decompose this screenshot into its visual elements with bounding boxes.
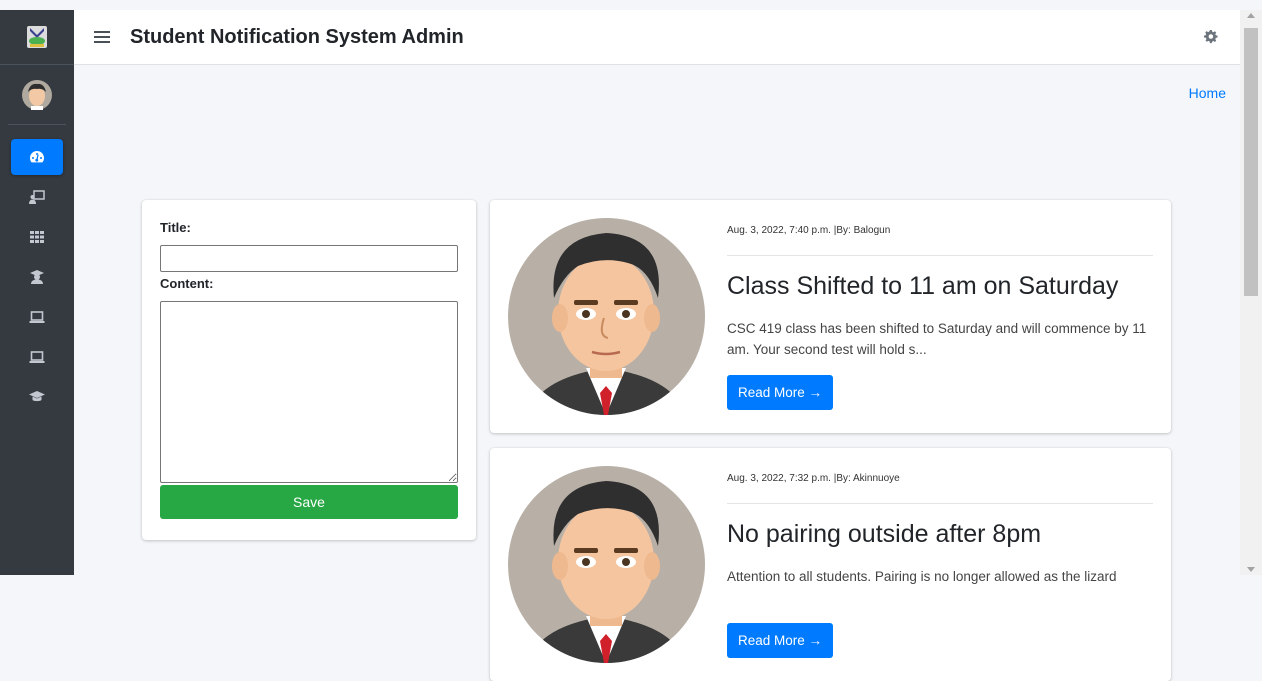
grid-icon [30, 231, 44, 243]
hamburger-menu-icon[interactable] [94, 28, 110, 46]
post-meta: Aug. 3, 2022, 7:32 p.m. |By: Akinnuoye [727, 473, 900, 484]
sidebar-item-laptop-2[interactable] [11, 339, 63, 375]
sidebar-item-grid[interactable] [11, 219, 63, 255]
page-title: Student Notification System Admin [130, 25, 464, 48]
avatar [22, 79, 52, 110]
post-excerpt: Attention to all students. Pairing is no… [727, 569, 1117, 584]
sidebar [0, 10, 74, 575]
school-crest-icon [27, 26, 47, 48]
sidebar-item-lecturers[interactable] [11, 179, 63, 215]
content-label: Content: [160, 276, 214, 291]
post-card: Aug. 3, 2022, 7:32 p.m. |By: Akinnuoye N… [490, 448, 1171, 681]
laptop-icon [29, 311, 45, 323]
graduation-cap-icon [29, 391, 45, 402]
scroll-down-arrow-icon[interactable] [1247, 567, 1255, 572]
cartoon-man-avatar-icon [508, 466, 705, 663]
scroll-up-arrow-icon[interactable] [1247, 13, 1255, 18]
author-avatar [508, 218, 705, 415]
sidebar-item-dashboard[interactable] [11, 139, 63, 175]
post-title: No pairing outside after 8pm [727, 520, 1042, 548]
user-graduate-icon [30, 270, 44, 284]
chalkboard-teacher-icon [29, 190, 45, 204]
sidebar-nav [0, 125, 74, 415]
notification-form-card: Title: Content: Save [142, 200, 476, 540]
post-card: Aug. 3, 2022, 7:40 p.m. |By: Balogun Cla… [490, 200, 1171, 433]
brand-logo[interactable] [0, 10, 74, 65]
author-avatar [508, 466, 705, 663]
laptop-icon [29, 351, 45, 363]
title-label: Title: [160, 220, 191, 235]
scrollbar-thumb[interactable] [1244, 28, 1258, 296]
user-avatar[interactable] [8, 65, 66, 125]
divider [727, 503, 1153, 504]
read-more-button[interactable]: Read More → [727, 623, 834, 658]
post-excerpt: CSC 419 class has been shifted to Saturd… [727, 321, 1147, 357]
breadcrumb-home-link[interactable]: Home [1189, 85, 1226, 101]
save-button[interactable]: Save [160, 485, 458, 519]
read-more-button[interactable]: Read More → [727, 375, 834, 410]
top-navbar: Student Notification System Admin [74, 10, 1240, 65]
gear-icon[interactable] [1203, 29, 1218, 44]
sidebar-item-students[interactable] [11, 259, 63, 295]
content-textarea[interactable] [160, 301, 458, 483]
sidebar-item-courses[interactable] [11, 379, 63, 415]
post-meta: Aug. 3, 2022, 7:40 p.m. |By: Balogun [727, 225, 891, 236]
title-input[interactable] [160, 245, 458, 272]
sidebar-item-laptop-1[interactable] [11, 299, 63, 335]
post-title: Class Shifted to 11 am on Saturday [727, 272, 1119, 300]
dashboard-icon [30, 151, 44, 163]
page-scrollbar[interactable] [1240, 10, 1262, 575]
divider [727, 255, 1153, 256]
cartoon-man-avatar-icon [508, 218, 705, 415]
